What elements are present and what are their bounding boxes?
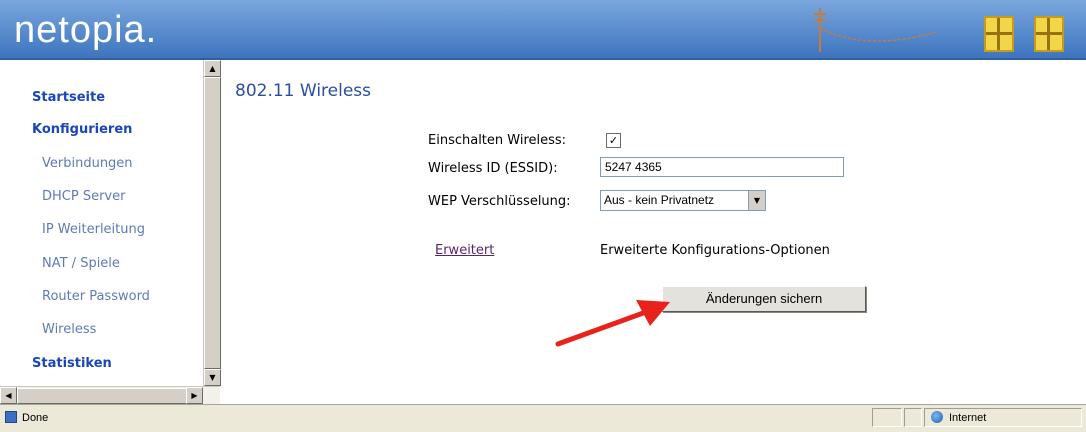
essid-input[interactable] <box>600 157 844 177</box>
sidebar-item-ip-weiterleitung[interactable]: IP Weiterleitung <box>42 222 145 237</box>
scroll-right-arrow-icon[interactable]: ▶ <box>186 387 203 404</box>
sidebar-item-konfigurieren[interactable]: Konfigurieren <box>32 122 132 137</box>
sidebar-item-statistiken[interactable]: Statistiken <box>32 356 112 371</box>
wep-selected-value: Aus - kein Privatnetz <box>604 193 715 207</box>
sidebar-item-dhcp-server[interactable]: DHCP Server <box>42 189 125 204</box>
globe-icon <box>931 411 943 423</box>
sidebar-nav: Startseite Konfigurieren Verbindungen DH… <box>0 60 205 386</box>
scroll-left-arrow-icon[interactable]: ◀ <box>0 387 17 404</box>
wep-label: WEP Verschlüsselung: <box>428 194 571 209</box>
header-banner: netopia. <box>0 0 1086 60</box>
scrollbar-thumb[interactable] <box>204 77 221 369</box>
security-zone: Internet <box>924 408 1082 427</box>
horizontal-scrollbar-thumb[interactable] <box>17 388 187 404</box>
status-field <box>872 408 902 427</box>
status-field <box>904 408 922 427</box>
red-arrow-annotation <box>555 300 670 347</box>
window-icon <box>984 16 1014 52</box>
sidebar-item-verbindungen[interactable]: Verbindungen <box>42 156 133 171</box>
wep-encryption-select[interactable]: Aus - kein Privatnetz ▼ <box>600 190 766 211</box>
essid-label: Wireless ID (ESSID): <box>428 161 558 176</box>
scroll-down-arrow-icon[interactable]: ▼ <box>204 369 221 386</box>
advanced-description: Erweiterte Konfigurations-Optionen <box>600 243 830 258</box>
window-icon <box>1034 16 1064 52</box>
sidebar-vertical-scrollbar[interactable]: ▲ ▼ <box>203 60 221 386</box>
status-text: Done <box>22 412 49 424</box>
sidebar-item-nat-spiele[interactable]: NAT / Spiele <box>42 256 120 271</box>
chevron-down-icon[interactable]: ▼ <box>748 191 765 210</box>
telephone-wire-decoration <box>814 8 937 52</box>
sidebar-horizontal-scrollbar[interactable]: ◀ ▶ <box>0 386 220 404</box>
sidebar-item-router-password[interactable]: Router Password <box>42 289 150 304</box>
page-title: 802.11 Wireless <box>235 81 372 101</box>
page-done-icon <box>5 411 17 423</box>
enable-wireless-checkbox[interactable]: ✓ <box>606 133 621 148</box>
enable-wireless-label: Einschalten Wireless: <box>428 133 567 148</box>
save-changes-button[interactable]: Änderungen sichern <box>662 286 866 312</box>
netopia-logo: netopia. <box>14 9 158 51</box>
sidebar-item-startseite[interactable]: Startseite <box>32 90 105 105</box>
advanced-settings-link[interactable]: Erweitert <box>435 243 494 258</box>
zone-label: Internet <box>949 412 987 424</box>
browser-status-bar: Done Internet <box>0 404 1086 432</box>
sidebar-item-wireless[interactable]: Wireless <box>42 322 96 337</box>
scroll-up-arrow-icon[interactable]: ▲ <box>204 60 221 77</box>
